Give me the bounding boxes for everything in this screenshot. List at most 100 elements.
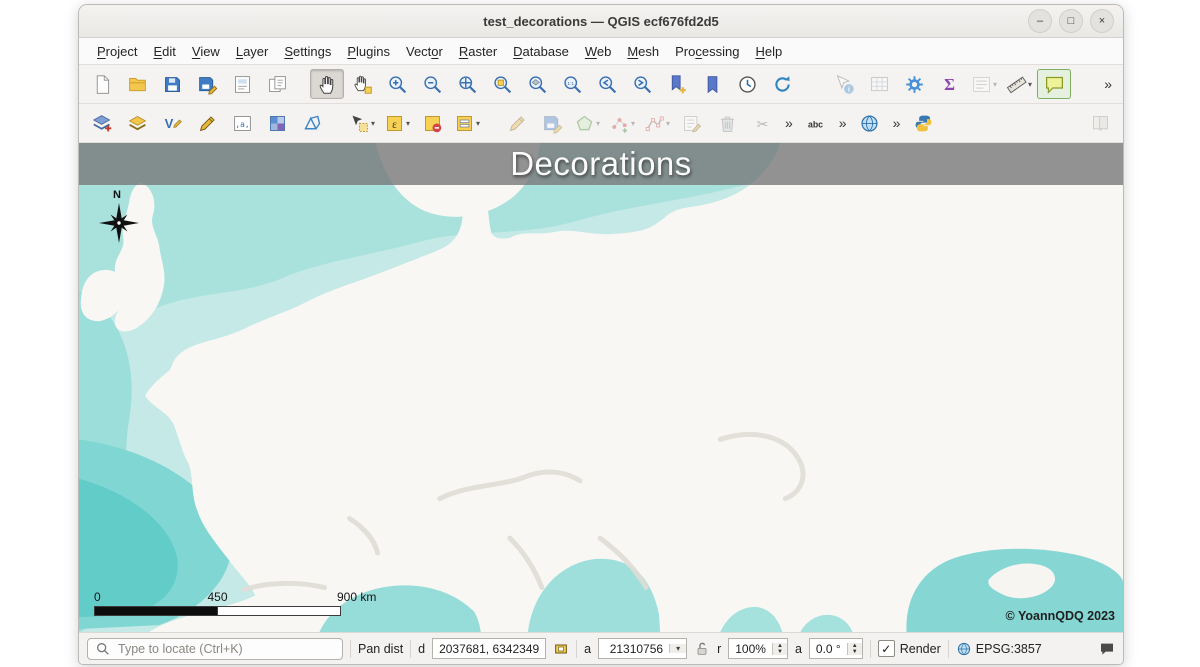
menu-settings[interactable]: Settings [276, 41, 339, 62]
metasearch-button[interactable] [853, 108, 887, 138]
locator-box[interactable] [87, 638, 343, 660]
messages-button[interactable] [1099, 641, 1115, 657]
open-attribute-table-button[interactable] [862, 69, 896, 99]
statusbar-separator [350, 640, 351, 658]
zoom-next-button[interactable] [625, 69, 659, 99]
menu-view[interactable]: View [184, 41, 228, 62]
crs-status-button[interactable]: EPSG:3857 [956, 641, 1042, 657]
menu-raster[interactable]: Raster [451, 41, 505, 62]
rotation-value[interactable]: 0.0 ° [810, 642, 847, 656]
render-toggle[interactable]: ✓ Render [878, 640, 941, 657]
help-contents-button[interactable] [1083, 108, 1117, 138]
menu-edit[interactable]: Edit [145, 41, 183, 62]
zoom-last-button[interactable] [590, 69, 624, 99]
delete-selected-button[interactable] [710, 108, 744, 138]
scale-dropdown-arrow-icon[interactable]: ▾ [669, 644, 686, 653]
magnifier-spinbox[interactable]: 100% ▲ ▼ [728, 638, 788, 659]
render-checkbox[interactable]: ✓ [878, 640, 895, 657]
scale-combo[interactable]: 21310756 ▾ [598, 638, 687, 659]
statistical-summary-button[interactable] [932, 69, 966, 99]
add-polygon-feature-button[interactable]: ▾ [570, 108, 604, 138]
add-vector-layer-button[interactable] [120, 108, 154, 138]
labeling-overflow-button[interactable]: » [834, 115, 852, 131]
maximize-button[interactable]: □ [1059, 9, 1083, 33]
minimize-button[interactable]: – [1028, 9, 1052, 33]
pan-to-selection-button[interactable] [345, 69, 379, 99]
menu-plugins[interactable]: Plugins [339, 41, 398, 62]
dropdown-arrow-icon[interactable]: ▾ [476, 119, 480, 128]
dropdown-arrow-icon[interactable]: ▾ [631, 119, 635, 128]
zoom-in-button[interactable] [380, 69, 414, 99]
refresh-map-button[interactable] [765, 69, 799, 99]
dropdown-arrow-icon[interactable]: ▾ [993, 80, 997, 89]
identify-features-button[interactable] [827, 69, 861, 99]
options-button[interactable] [897, 69, 931, 99]
coordinate-input[interactable] [433, 641, 545, 657]
dropdown-arrow-icon[interactable]: ▾ [596, 119, 600, 128]
dropdown-arrow-icon[interactable]: ▾ [406, 119, 410, 128]
new-print-layout-button[interactable] [225, 69, 259, 99]
new-project-button[interactable] [85, 69, 119, 99]
coordinate-field[interactable] [432, 638, 546, 659]
toggle-extents-icon[interactable] [553, 641, 569, 657]
save-project-button[interactable] [155, 69, 189, 99]
new-shapefile-layer-button[interactable] [155, 108, 189, 138]
menu-help[interactable]: Help [747, 41, 790, 62]
zoom-full-extent-button[interactable] [450, 69, 484, 99]
zoom-native-resolution-button[interactable] [555, 69, 589, 99]
toggle-editing-button[interactable] [500, 108, 534, 138]
menu-web[interactable]: Web [577, 41, 620, 62]
cut-features-button[interactable] [745, 108, 779, 138]
zoom-to-layer-button[interactable] [520, 69, 554, 99]
save-layer-edits-button[interactable] [535, 108, 569, 138]
close-button[interactable]: × [1090, 9, 1114, 33]
python-console-button[interactable] [906, 108, 940, 138]
add-raster-layer-button[interactable] [260, 108, 294, 138]
modify-attributes-button[interactable] [675, 108, 709, 138]
pan-map-button[interactable] [310, 69, 344, 99]
save-project-as-button[interactable] [190, 69, 224, 99]
temporal-controller-button[interactable] [730, 69, 764, 99]
rotation-spinbox[interactable]: 0.0 ° ▲ ▼ [809, 638, 863, 659]
spin-down-icon[interactable]: ▼ [848, 649, 862, 655]
measure-line-button[interactable]: ▾ [1002, 69, 1036, 99]
deselect-features-button[interactable] [415, 108, 449, 138]
open-data-source-manager-button[interactable] [85, 108, 119, 138]
menu-mesh[interactable]: Mesh [619, 41, 667, 62]
open-project-button[interactable] [120, 69, 154, 99]
select-features-button[interactable]: ▾ [345, 108, 379, 138]
digitizing-overflow-button[interactable]: » [780, 115, 798, 131]
zoom-out-button[interactable] [415, 69, 449, 99]
add-mesh-layer-button[interactable] [295, 108, 329, 138]
magnifier-value[interactable]: 100% [729, 642, 772, 656]
menu-database[interactable]: Database [505, 41, 577, 62]
show-spatial-bookmarks-button[interactable] [695, 69, 729, 99]
scale-value[interactable]: 21310756 [599, 642, 669, 656]
new-spatial-bookmark-button[interactable] [660, 69, 694, 99]
add-delimited-text-layer-button[interactable] [225, 108, 259, 138]
show-layout-manager-button[interactable] [260, 69, 294, 99]
dropdown-arrow-icon[interactable]: ▾ [371, 119, 375, 128]
map-tips-button[interactable] [1037, 69, 1071, 99]
menu-layer[interactable]: Layer [228, 41, 277, 62]
show-panel-list-button[interactable]: ▾ [967, 69, 1001, 99]
dropdown-arrow-icon[interactable]: ▾ [1028, 80, 1032, 89]
new-geopackage-layer-button[interactable] [190, 108, 224, 138]
menu-project[interactable]: Project [89, 41, 145, 62]
menu-processing[interactable]: Processing [667, 41, 747, 62]
title-bar[interactable]: test_decorations — QGIS ecf676fd2d5 – □ … [79, 5, 1123, 38]
spin-down-icon[interactable]: ▼ [773, 649, 787, 655]
add-part-button[interactable]: ▾ [605, 108, 639, 138]
map-canvas[interactable]: Decorations N 0 450 900 km © YoannQD [79, 143, 1123, 632]
select-by-form-button[interactable]: ▾ [450, 108, 484, 138]
plugins-overflow-button[interactable]: » [888, 115, 906, 131]
vertex-tool-button[interactable]: ▾ [640, 108, 674, 138]
menu-vector[interactable]: Vector [398, 41, 451, 62]
toolbar1-overflow-button[interactable]: » [1099, 76, 1117, 92]
lock-scale-icon[interactable] [694, 641, 710, 657]
select-by-expression-button[interactable]: ▾ [380, 108, 414, 138]
dropdown-arrow-icon[interactable]: ▾ [666, 119, 670, 128]
labeling-options-button[interactable] [799, 108, 833, 138]
zoom-to-selection-button[interactable] [485, 69, 519, 99]
locator-input[interactable] [116, 641, 335, 657]
